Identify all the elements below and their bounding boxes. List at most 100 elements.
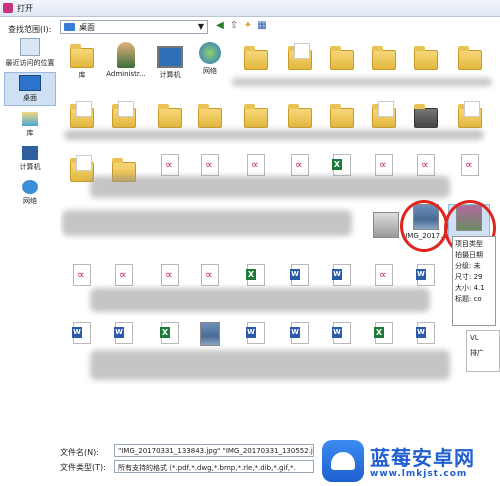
watermark-title: 蓝莓安卓网	[370, 446, 475, 470]
file-item[interactable]	[236, 154, 276, 176]
file-item[interactable]	[280, 42, 320, 70]
file-item[interactable]	[450, 100, 490, 128]
file-item[interactable]	[280, 322, 320, 344]
file-item[interactable]	[322, 264, 362, 286]
file-item[interactable]	[190, 100, 230, 128]
file-item[interactable]	[406, 100, 446, 128]
file-item[interactable]	[406, 154, 446, 176]
filetype-select[interactable]: 所有支持的格式 (*.pdf,*.dwg,*.bmp,*.rle,*.dib,*…	[114, 460, 314, 473]
file-item[interactable]	[406, 322, 446, 344]
file-item[interactable]	[62, 100, 102, 128]
site-watermark: 蓝莓安卓网 www.lmkjst.com	[322, 438, 500, 486]
file-item[interactable]	[150, 322, 190, 344]
image-file-icon	[373, 212, 399, 238]
file-item[interactable]	[322, 42, 362, 70]
user-icon	[117, 42, 135, 68]
folder-icon	[288, 104, 312, 128]
file-item[interactable]	[450, 154, 490, 176]
file-item[interactable]	[236, 322, 276, 344]
folder-icon	[372, 101, 396, 128]
network-globe-icon	[199, 42, 221, 64]
file-item[interactable]: 计算机	[150, 42, 190, 80]
file-item[interactable]	[322, 322, 362, 344]
place-desktop[interactable]: 桌面	[4, 72, 56, 106]
word-file-icon	[290, 322, 309, 344]
file-item[interactable]	[406, 264, 446, 286]
file-item[interactable]	[150, 264, 190, 286]
folder-icon	[414, 46, 438, 70]
tooltip-line: 标题: co	[455, 295, 482, 303]
file-item[interactable]	[236, 100, 276, 128]
place-recent[interactable]: 最近访问的位置	[4, 38, 56, 68]
file-item[interactable]	[322, 154, 362, 176]
file-item[interactable]	[364, 322, 404, 344]
tooltip-line: 拍摄日期	[455, 251, 483, 259]
context-menu-item[interactable]: VL	[467, 331, 499, 345]
library-folder-icon	[70, 44, 94, 68]
file-item[interactable]	[364, 264, 404, 286]
place-label: 最近访问的位置	[5, 59, 55, 67]
back-icon[interactable]: ◀	[214, 20, 226, 32]
file-item[interactable]	[104, 100, 144, 128]
folder-icon	[330, 104, 354, 128]
recent-places-icon	[20, 38, 40, 56]
blurred-labels	[90, 350, 450, 380]
view-menu-icon[interactable]: ▦	[256, 20, 268, 32]
file-item[interactable]: 网络	[190, 42, 230, 76]
file-item[interactable]	[190, 322, 230, 346]
new-folder-icon[interactable]: ✦	[242, 20, 254, 32]
file-item[interactable]	[406, 42, 446, 70]
app-icon	[3, 3, 13, 13]
file-item[interactable]	[104, 322, 144, 344]
file-item[interactable]	[62, 264, 102, 286]
file-item[interactable]	[280, 100, 320, 128]
image-file-icon	[200, 322, 220, 346]
file-item[interactable]	[150, 100, 190, 128]
file-item[interactable]	[280, 264, 320, 286]
file-item[interactable]	[236, 264, 276, 286]
filename-input[interactable]: "IMG_20170331_133843.jpg" "IMG_20170331_…	[114, 444, 314, 457]
blurred-labels	[232, 78, 492, 86]
place-computer[interactable]: 计算机	[4, 146, 56, 172]
context-menu-item[interactable]: 排广	[467, 345, 499, 361]
file-item[interactable]	[364, 154, 404, 176]
file-item[interactable]	[190, 154, 230, 176]
word-file-icon	[246, 322, 265, 344]
look-in-label: 查找范围(I):	[8, 25, 52, 34]
file-list[interactable]: 库 Administr... 计算机 网络 IMG_2017...	[60, 38, 498, 438]
word-file-icon	[114, 322, 133, 344]
file-item[interactable]	[280, 154, 320, 176]
file-item[interactable]: Administr...	[104, 42, 148, 78]
context-menu[interactable]: VL 排广	[466, 330, 500, 372]
file-item[interactable]	[104, 264, 144, 286]
filename-label: 文件名(N):	[60, 448, 99, 457]
file-item[interactable]	[364, 100, 404, 128]
folder-icon	[414, 104, 438, 128]
look-in-dropdown[interactable]: 桌面 ▼	[60, 20, 208, 34]
tooltip-line: 项目类型	[455, 240, 483, 248]
pdf-file-icon	[247, 154, 265, 176]
up-folder-icon[interactable]: ⇧	[228, 20, 240, 32]
place-network[interactable]: 网络	[4, 180, 56, 206]
file-item[interactable]: 库	[62, 42, 102, 80]
file-item[interactable]	[150, 154, 190, 176]
file-item[interactable]	[190, 264, 230, 286]
place-label: 桌面	[23, 94, 37, 102]
file-item[interactable]	[322, 100, 362, 128]
excel-file-icon	[374, 322, 393, 344]
blurred-labels	[62, 210, 352, 236]
file-item[interactable]	[62, 322, 102, 344]
file-label: 计算机	[159, 71, 181, 79]
pdf-file-icon	[161, 264, 179, 286]
word-file-icon	[332, 264, 351, 286]
place-library[interactable]: 库	[4, 112, 56, 138]
pdf-file-icon	[375, 154, 393, 176]
pdf-file-icon	[73, 264, 91, 286]
file-item[interactable]	[450, 42, 490, 70]
folder-icon	[458, 101, 482, 128]
pdf-file-icon	[201, 154, 219, 176]
filetype-label: 文件类型(T):	[60, 463, 106, 472]
file-item[interactable]	[236, 42, 276, 70]
file-item[interactable]	[364, 42, 404, 70]
folder-icon	[158, 104, 182, 128]
